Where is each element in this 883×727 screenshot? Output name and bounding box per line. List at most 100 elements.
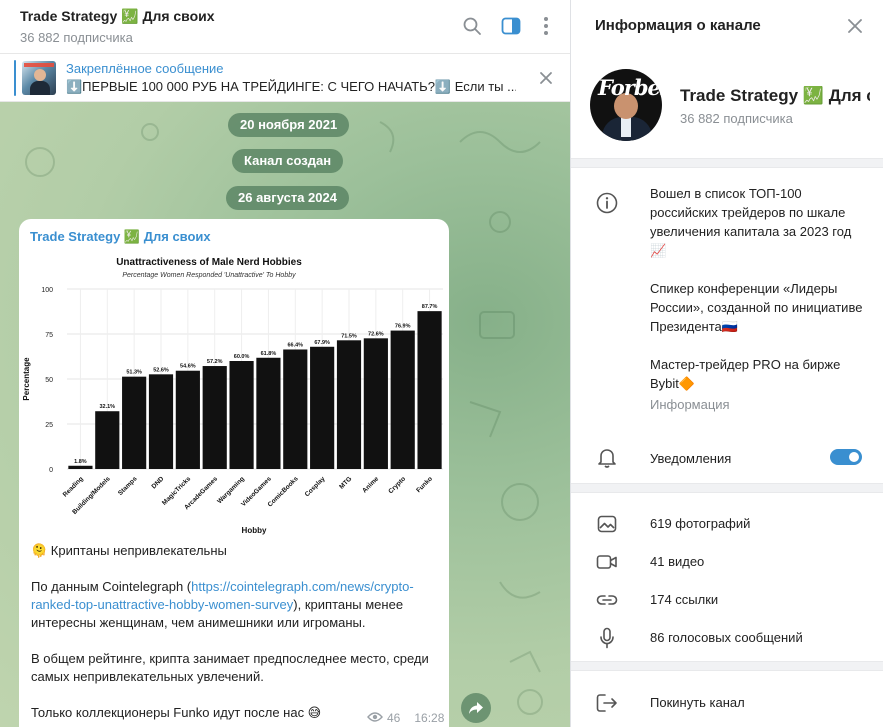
shared-photos-row[interactable]: 619 фотографий [571, 506, 883, 542]
y-tick-label: 50 [45, 377, 53, 384]
channel-info-panel: Информация о канале Forbes Trade Strateg… [571, 0, 883, 727]
bar-value-label: 72.6% [368, 331, 384, 337]
share-icon [469, 702, 483, 714]
chart-bar [95, 411, 120, 469]
bar-value-label: 76.9% [395, 324, 411, 330]
avatar-shirt [621, 117, 631, 137]
message-bubble[interactable]: Trade Strategy 💹 Для своих Unattractiven… [19, 219, 449, 727]
message-author[interactable]: Trade Strategy 💹 Для своих [30, 229, 211, 245]
y-axis-label: Percentage [22, 357, 31, 401]
message-meta: 46 16:28 [367, 711, 444, 725]
date-separator: 26 августа 2024 [226, 186, 349, 210]
chart-bar [175, 370, 200, 469]
bar-value-label: 32.1% [99, 404, 115, 410]
chart-bar [283, 349, 308, 469]
close-icon[interactable] [845, 16, 865, 36]
bar-value-label: 52.6% [153, 367, 169, 373]
channel-name: Trade Strategy 💹 Для своих [680, 86, 870, 105]
voice-count: 86 голосовых сообщений [650, 630, 803, 645]
photo-icon [595, 512, 619, 536]
channel-subscribers: 36 882 подписчика [680, 111, 793, 126]
photos-count: 619 фотографий [650, 516, 751, 531]
bar-value-label: 60.0% [234, 354, 250, 360]
description-paragraph: Спикер конференции «Лидеры России», созд… [650, 281, 863, 334]
leave-icon [595, 691, 619, 715]
message-image[interactable]: Unattractiveness of Male Nerd Hobbies Per… [19, 251, 449, 541]
share-button[interactable] [461, 693, 491, 723]
chat-subscribers: 36 882 подписчика [20, 30, 133, 45]
notifications-toggle[interactable] [830, 449, 862, 465]
chat-header[interactable]: Trade Strategy 💹 Для своих 36 882 подпис… [0, 0, 570, 54]
pinned-message-bar[interactable]: Закреплённое сообщение ⬇️ПЕРВЫЕ 100 000 … [0, 54, 570, 102]
bell-icon [595, 446, 619, 470]
x-tick-label: DND [150, 475, 165, 490]
x-tick-label: Funko [415, 475, 434, 494]
message-line: 🫠 Криптаны непривлекательны [31, 543, 227, 558]
y-tick-label: 75 [45, 332, 53, 339]
shared-videos-row[interactable]: 41 видео [571, 544, 883, 580]
videos-count: 41 видео [650, 554, 705, 569]
y-tick-label: 25 [45, 422, 53, 429]
description-label: Информация [650, 397, 730, 412]
bar-value-label: 57.2% [207, 359, 223, 365]
chart-bar [202, 366, 227, 469]
description-paragraph: Вошел в список ТОП-100 российских трейде… [650, 186, 852, 258]
avatar-logo: Forbes [598, 75, 662, 100]
message-paragraph: В общем рейтинге, крипта занимает предпо… [31, 651, 429, 684]
bar-value-label: 61.8% [261, 351, 277, 357]
channel-description: Вошел в список ТОП-100 российских трейде… [650, 184, 865, 393]
bar-value-label: 66.4% [287, 342, 303, 348]
views-count: 46 [387, 711, 401, 725]
x-tick-label: Crypto [387, 475, 407, 495]
bar-value-label: 51.3% [126, 370, 142, 376]
chart-bar [363, 338, 388, 469]
channel-avatar[interactable]: Forbes [590, 69, 662, 141]
chart-bar [68, 465, 93, 469]
bar-value-label: 71.5% [341, 333, 357, 339]
x-tick-label: Stamps [117, 475, 139, 497]
link-icon [595, 588, 619, 612]
bar-value-label: 87.7% [422, 304, 438, 310]
message-time: 16:28 [414, 711, 445, 725]
side-panel-icon[interactable] [499, 14, 523, 38]
leave-channel-row[interactable]: Покинуть канал [571, 685, 883, 721]
x-axis-label: Hobby [242, 526, 267, 535]
more-vertical-icon[interactable] [534, 14, 558, 38]
x-tick-label: Anime [361, 475, 380, 494]
views-icon [367, 711, 383, 725]
bar-value-label: 1.8% [74, 459, 87, 465]
y-tick-label: 0 [49, 467, 53, 474]
x-tick-label: Cosplay [304, 475, 327, 498]
section-divider [571, 661, 883, 671]
pinned-thumbnail [22, 61, 56, 95]
section-divider [571, 158, 883, 168]
chart-subtitle: Percentage Women Responded 'Unattractive… [122, 272, 296, 279]
chat-title[interactable]: Trade Strategy 💹 Для своих [20, 8, 215, 25]
pinned-text: ⬇️ПЕРВЫЕ 100 000 РУБ НА ТРЕЙДИНГЕ: С ЧЕГ… [66, 79, 516, 94]
chart-title: Unattractiveness of Male Nerd Hobbies [116, 257, 302, 268]
bar-value-label: 54.6% [180, 364, 196, 370]
chart-bar [229, 361, 254, 469]
links-count: 174 ссылки [650, 592, 719, 607]
pinned-label: Закреплённое сообщение [66, 61, 224, 76]
shared-links-row[interactable]: 174 ссылки [571, 582, 883, 618]
bar-chart: Unattractiveness of Male Nerd Hobbies Per… [22, 257, 443, 535]
chart-bar [336, 340, 362, 469]
shared-voice-row[interactable]: 86 голосовых сообщений [571, 620, 883, 656]
telegram-window: Trade Strategy 💹 Для своих 36 882 подпис… [0, 0, 883, 727]
chart-bar [256, 357, 281, 469]
info-panel-title: Информация о канале [595, 17, 761, 34]
chart-bar [122, 376, 147, 469]
search-icon[interactable] [460, 14, 484, 38]
chat-background: 20 ноября 2021 Канал создан 26 августа 2… [0, 102, 570, 727]
close-icon[interactable] [536, 68, 556, 88]
section-divider [571, 483, 883, 493]
message-text: 🫠 Криптаны непривлекательны По данным Co… [31, 542, 441, 727]
notifications-label: Уведомления [650, 451, 732, 466]
chart-bar [310, 346, 335, 469]
pinned-indicator [14, 60, 16, 96]
leave-channel-label: Покинуть канал [650, 695, 745, 710]
info-icon [595, 191, 619, 215]
x-tick-label: Reading [62, 475, 85, 498]
chart-bar [390, 330, 415, 469]
